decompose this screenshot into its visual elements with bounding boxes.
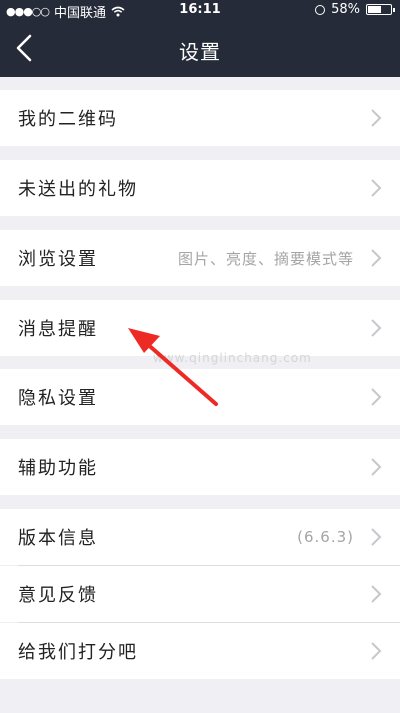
status-right: 58% bbox=[315, 2, 395, 17]
status-bar: ●●●○○ 中国联通 16:11 58% bbox=[0, 0, 400, 21]
settings-item-label: 辅助功能 bbox=[18, 458, 98, 479]
settings-item-rate[interactable]: 给我们打分吧 bbox=[0, 623, 400, 679]
battery-icon bbox=[366, 4, 395, 15]
chevron-right-icon bbox=[371, 642, 382, 660]
watermark-text: www.qinglinchang.com bbox=[153, 351, 312, 365]
settings-item-gifts[interactable]: 未送出的礼物 bbox=[0, 160, 400, 216]
settings-item-accessibility[interactable]: 辅助功能 bbox=[0, 439, 400, 495]
chevron-right-icon bbox=[371, 585, 382, 603]
chevron-right-icon bbox=[371, 249, 382, 267]
settings-item-label: 意见反馈 bbox=[18, 585, 98, 606]
chevron-right-icon bbox=[371, 319, 382, 337]
chevron-right-icon bbox=[371, 528, 382, 546]
chevron-right-icon bbox=[371, 388, 382, 406]
top-bar: ●●●○○ 中国联通 16:11 58% 设置 bbox=[0, 0, 400, 77]
chevron-right-icon bbox=[371, 109, 382, 127]
battery-fill bbox=[368, 6, 381, 13]
navigation-bar: 设置 bbox=[0, 20, 400, 77]
chevron-right-icon bbox=[371, 179, 382, 197]
settings-item-label: 我的二维码 bbox=[18, 109, 118, 130]
settings-item-hint: (6.6.3) bbox=[297, 528, 354, 546]
settings-item-feedback[interactable]: 意见反馈 bbox=[0, 566, 400, 622]
settings-item-label: 浏览设置 bbox=[18, 249, 98, 270]
settings-item-label: 未送出的礼物 bbox=[18, 179, 138, 200]
battery-percent: 58% bbox=[331, 2, 360, 17]
chevron-right-icon bbox=[371, 458, 382, 476]
settings-item-hint: 图片、亮度、摘要模式等 bbox=[177, 249, 354, 268]
settings-item-label: 给我们打分吧 bbox=[18, 642, 138, 663]
rotation-lock-icon bbox=[315, 4, 326, 15]
settings-item-label: 隐私设置 bbox=[18, 388, 98, 409]
settings-item-label: 版本信息 bbox=[18, 528, 98, 549]
settings-item-privacy[interactable]: 隐私设置 bbox=[0, 369, 400, 425]
settings-item-label: 消息提醒 bbox=[18, 319, 98, 340]
settings-item-notifications[interactable]: 消息提醒 bbox=[0, 300, 400, 356]
settings-item-version[interactable]: 版本信息 (6.6.3) bbox=[0, 509, 400, 565]
settings-item-qr-code[interactable]: 我的二维码 bbox=[0, 90, 400, 146]
settings-item-browse[interactable]: 浏览设置 图片、亮度、摘要模式等 bbox=[0, 230, 400, 286]
page-title: 设置 bbox=[179, 40, 221, 64]
